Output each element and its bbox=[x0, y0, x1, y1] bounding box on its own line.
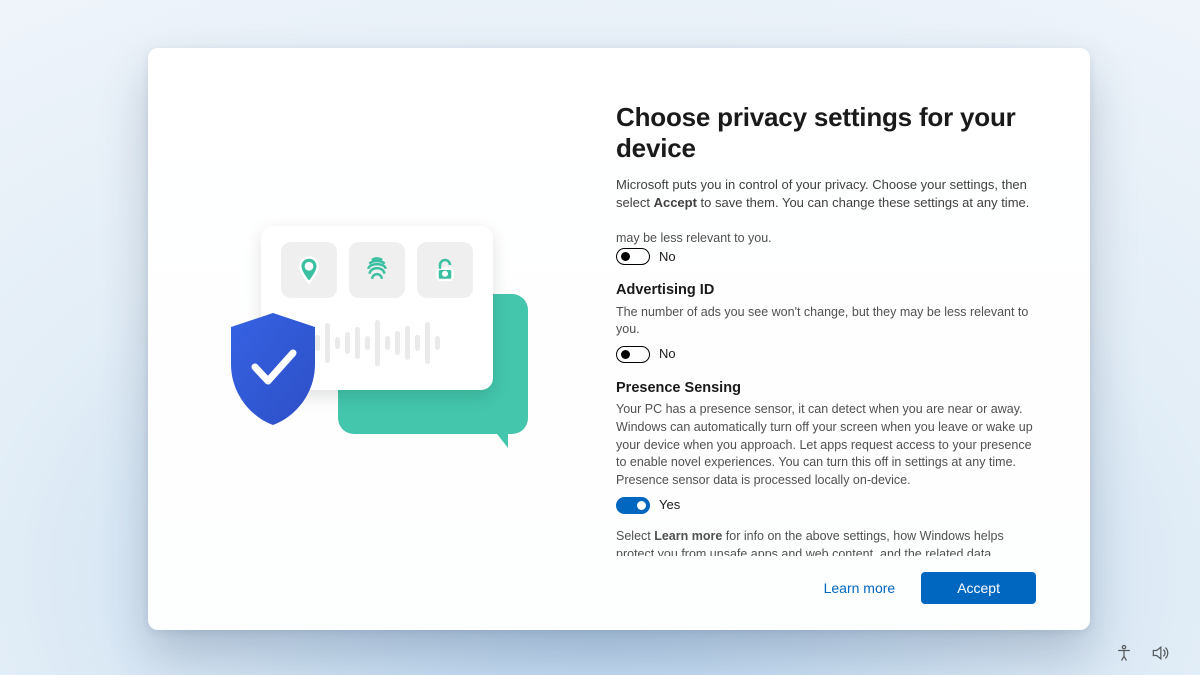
taskbar-corner bbox=[1114, 643, 1170, 663]
setting-desc: may be less relevant to you. bbox=[616, 228, 1036, 248]
setting-title: Presence Sensing bbox=[616, 378, 1036, 399]
toggle-label: No bbox=[659, 248, 676, 266]
content-panel: Choose privacy settings for your device … bbox=[608, 48, 1090, 630]
fingerprint-icon bbox=[349, 242, 405, 298]
shield-icon bbox=[221, 309, 325, 429]
unlock-icon bbox=[417, 242, 473, 298]
accept-button[interactable]: Accept bbox=[921, 572, 1036, 604]
toggle-partial[interactable] bbox=[616, 248, 650, 265]
oobe-privacy-window: Choose privacy settings for your device … bbox=[148, 48, 1090, 630]
location-pin-icon bbox=[281, 242, 337, 298]
privacy-illustration bbox=[223, 214, 523, 464]
illustration-panel bbox=[148, 48, 608, 630]
setting-desc: The number of ads you see won't change, … bbox=[616, 304, 1036, 340]
toggle-label: Yes bbox=[659, 496, 680, 514]
button-row: Learn more Accept bbox=[616, 572, 1036, 604]
toggle-presence-sensing[interactable] bbox=[616, 497, 650, 514]
toggle-label: No bbox=[659, 345, 676, 363]
volume-icon[interactable] bbox=[1150, 643, 1170, 663]
setting-title: Advertising ID bbox=[616, 280, 1036, 301]
intro-text: Microsoft puts you in control of your pr… bbox=[616, 176, 1036, 212]
setting-partial: may be less relevant to you. No bbox=[616, 228, 1036, 266]
setting-desc: Your PC has a presence sensor, it can de… bbox=[616, 401, 1036, 490]
footnote-text: Select Learn more for info on the above … bbox=[616, 528, 1036, 556]
setting-advertising-id: Advertising ID The number of ads you see… bbox=[616, 280, 1036, 364]
settings-scroll-area[interactable]: may be less relevant to you. No Advertis… bbox=[616, 228, 1036, 556]
accessibility-icon[interactable] bbox=[1114, 643, 1134, 663]
toggle-advertising-id[interactable] bbox=[616, 346, 650, 363]
learn-more-button[interactable]: Learn more bbox=[812, 572, 908, 604]
setting-presence-sensing: Presence Sensing Your PC has a presence … bbox=[616, 378, 1036, 515]
page-title: Choose privacy settings for your device bbox=[616, 102, 1036, 164]
